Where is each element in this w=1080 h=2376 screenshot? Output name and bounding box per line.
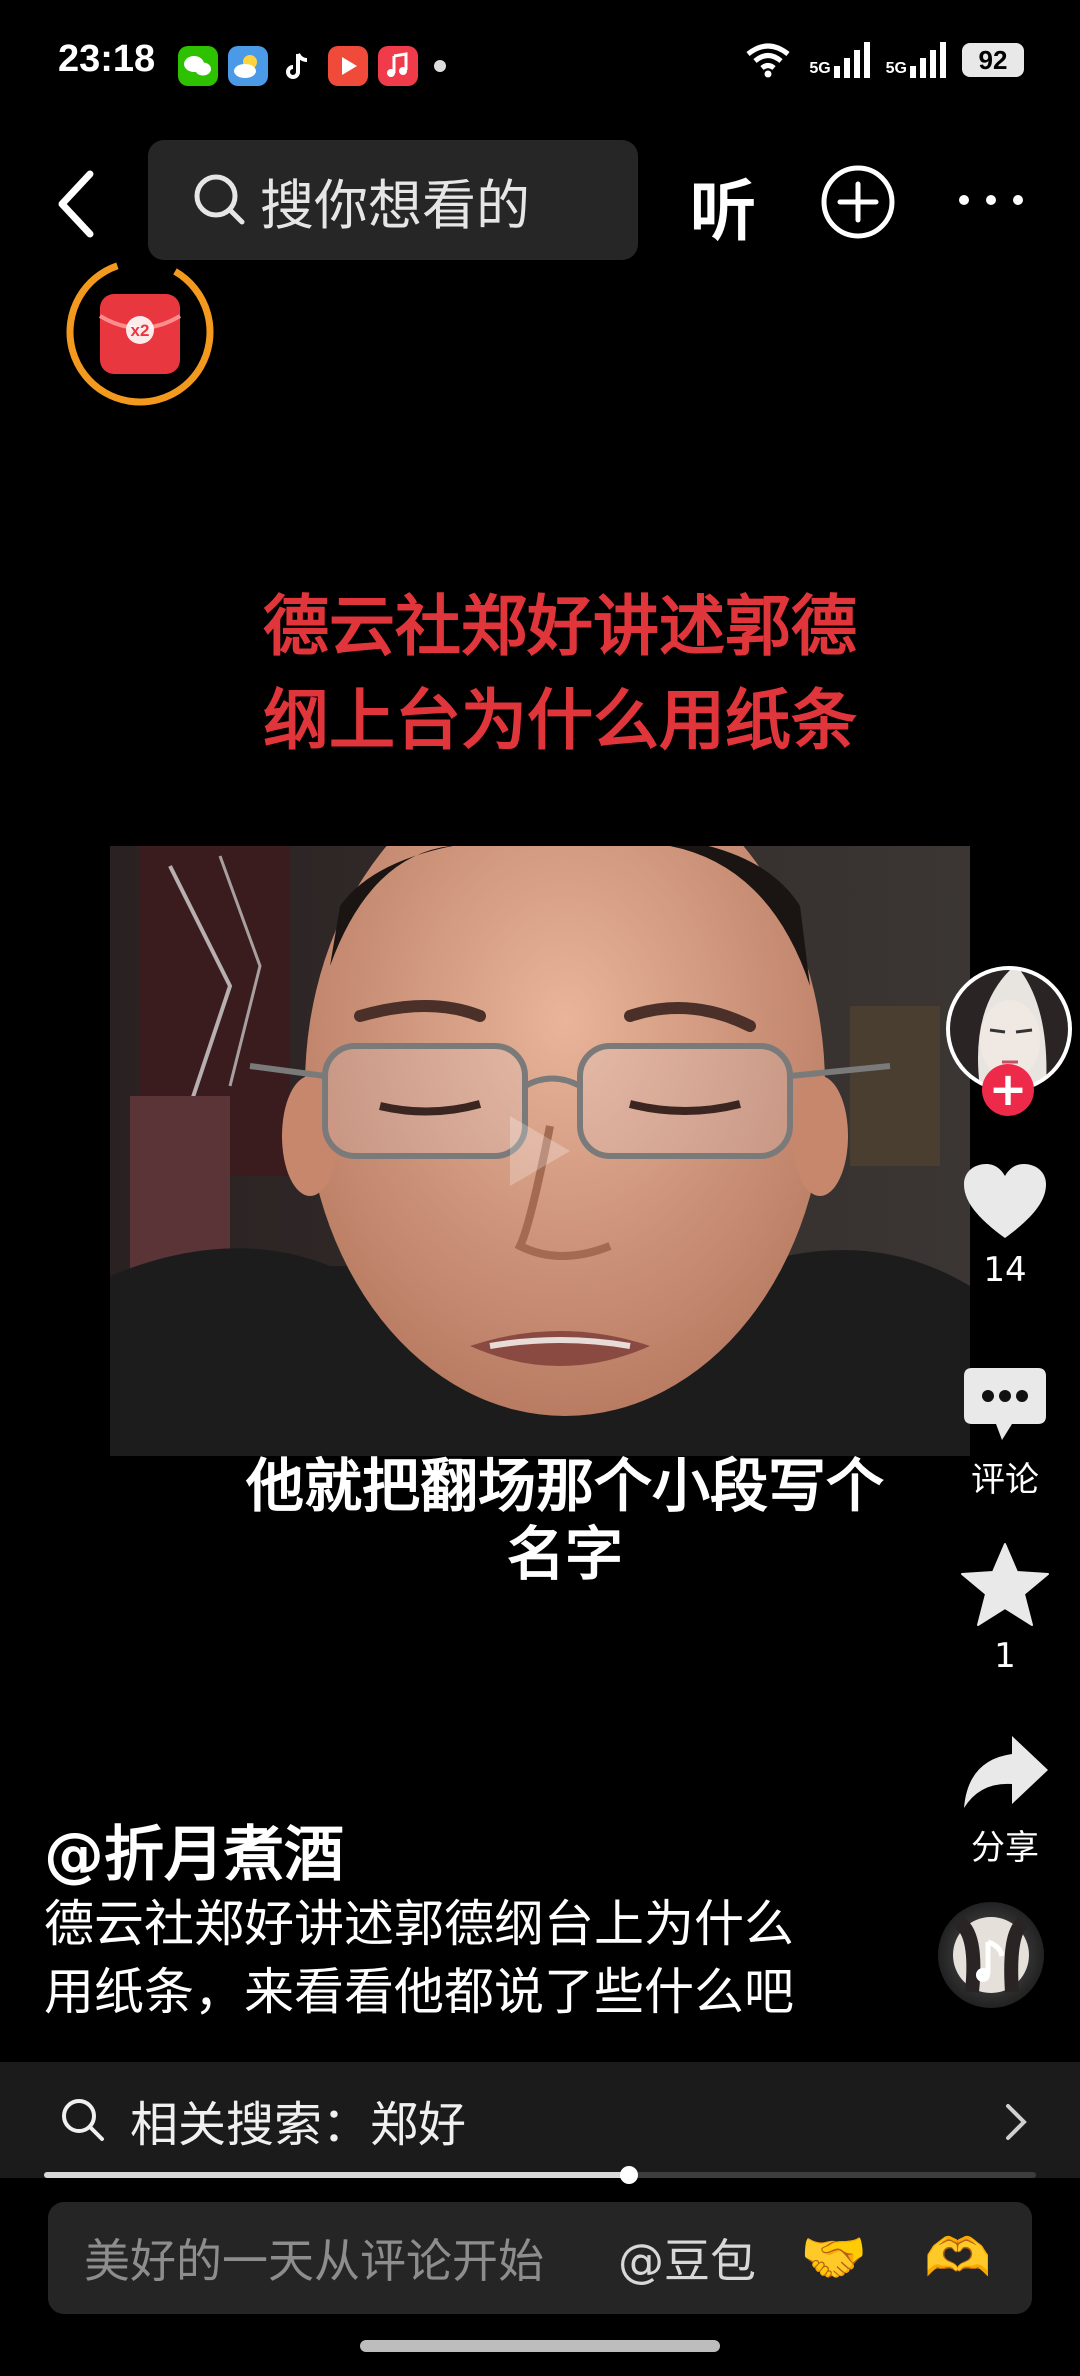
wechat-icon [178, 46, 218, 86]
description-line: 用纸条，来看看他都说了些什么吧 [44, 1963, 794, 2021]
red-packet-reward-icon[interactable]: x2 [64, 256, 216, 408]
heart-icon [964, 1164, 1046, 1238]
video-title: 德云社郑好讲述郭德 纲上台为什么用纸条 [0, 580, 1080, 768]
more-notifications-dot [434, 60, 446, 72]
favorite-button[interactable]: 1 [940, 1542, 1070, 1676]
search-placeholder: 搜你想看的 [260, 173, 530, 237]
notification-app-icons [178, 46, 446, 86]
star-icon [961, 1543, 1049, 1626]
battery-indicator: 92 [962, 43, 1024, 77]
status-bar: 23:18 5G 5G 92 [0, 0, 1080, 120]
screen: 23:18 5G 5G 92 搜你想看的 听 x2 德云社郑好讲述郭德 纲上台为… [0, 0, 1080, 2376]
post-description: 德云社郑好讲述郭德纲台上为什么 用纸条，来看看他都说了些什么吧 [44, 1890, 864, 2026]
heart-hands-emoji-button[interactable]: 🫶 [924, 2226, 991, 2290]
comment-input[interactable]: 美好的一天从评论开始 @豆包 🤝 🫶 [48, 2202, 1032, 2314]
share-arrow-icon [964, 1736, 1048, 1808]
video-title-line: 纲上台为什么用纸条 [263, 682, 857, 759]
video-title-line: 德云社郑好讲述郭德 [263, 588, 857, 665]
back-arrow-icon[interactable] [48, 164, 108, 244]
status-indicators: 5G 5G 92 [743, 40, 1024, 80]
mention-doubao-button[interactable]: @豆包 [618, 2225, 756, 2291]
network-type-label: 5G [809, 60, 831, 77]
comment-label: 评论 [971, 1460, 1039, 1500]
top-nav: 搜你想看的 听 [0, 140, 1080, 260]
more-dots-icon[interactable] [956, 180, 1026, 220]
follow-plus-button[interactable]: + [982, 1064, 1034, 1116]
network-type-label: 5G [885, 60, 907, 77]
add-circle-icon[interactable] [820, 164, 896, 240]
home-indicator[interactable] [360, 2340, 720, 2352]
music-note-icon [953, 1915, 1029, 1993]
description-line: 德云社郑好讲述郭德纲台上为什么 [44, 1895, 794, 1953]
progress-handle[interactable] [620, 2166, 639, 2184]
progress-fill [44, 2172, 630, 2178]
cellular-signal-2: 5G [886, 42, 946, 78]
tiktok-icon [278, 46, 318, 86]
like-count: 14 [983, 1250, 1027, 1290]
share-button[interactable]: 分享 [940, 1732, 1070, 1869]
listen-button[interactable]: 听 [690, 158, 756, 254]
video-progress-bar[interactable] [44, 2166, 1036, 2184]
search-bar[interactable]: 搜你想看的 [148, 140, 638, 260]
subtitle-line: 他就把翻场那个小段写个 [245, 1452, 884, 1520]
share-label: 分享 [971, 1828, 1039, 1868]
video-icon [328, 46, 368, 86]
related-search-text: 相关搜索：郑好 [130, 2097, 467, 2153]
wifi-icon [746, 43, 790, 78]
related-search-bar[interactable]: 相关搜索：郑好 [0, 2062, 1080, 2178]
video-player[interactable] [110, 846, 970, 1456]
chevron-right-icon [1006, 2104, 1027, 2140]
cellular-signal-1: 5G [809, 42, 870, 78]
search-icon [62, 2099, 104, 2141]
favorite-count: 1 [994, 1636, 1016, 1676]
search-icon [194, 174, 245, 225]
music-icon [378, 46, 418, 86]
red-packet-multiplier: x2 [131, 321, 150, 340]
video-frame-image [110, 846, 970, 1456]
music-disc[interactable] [938, 1902, 1044, 2008]
status-time: 23:18 [58, 38, 156, 80]
subtitle-line: 名字 [506, 1520, 623, 1588]
comment-placeholder: 美好的一天从评论开始 [84, 2234, 544, 2288]
like-button[interactable]: 14 [940, 1162, 1070, 1290]
author-name[interactable]: @折月煮酒 [44, 1806, 344, 1893]
comment-button[interactable]: 评论 [940, 1366, 1070, 1501]
handshake-emoji-button[interactable]: 🤝 [800, 2226, 867, 2290]
video-subtitle: 他就把翻场那个小段写个 名字 [0, 1452, 1080, 1588]
weather-icon [228, 46, 268, 86]
comment-bubble-icon [964, 1368, 1046, 1440]
